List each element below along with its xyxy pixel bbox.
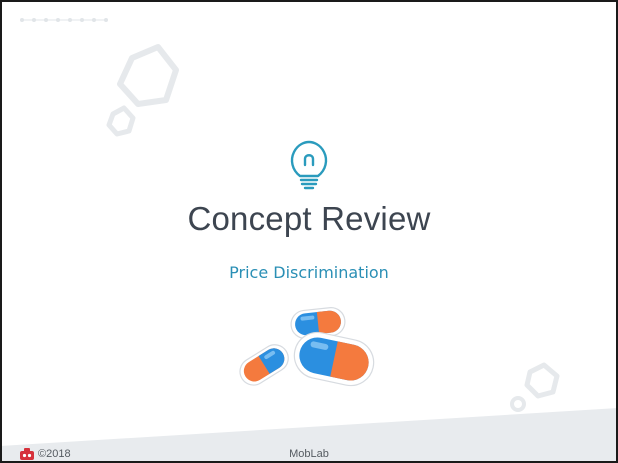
circle-decoration xyxy=(510,396,526,412)
slide-footer: ©2018 MobLab xyxy=(0,440,618,463)
pills-illustration xyxy=(239,307,375,387)
slide-subtitle: Price Discrimination xyxy=(229,263,389,282)
hexagon-decoration-bottom xyxy=(524,362,560,399)
hexagon-decoration-small xyxy=(106,105,136,137)
slide: Concept Review Price Discrimination ©201… xyxy=(0,0,618,463)
brand-text: MobLab xyxy=(289,448,329,460)
lightbulb-icon xyxy=(290,140,328,190)
hexagon-decoration-large xyxy=(117,44,179,107)
slide-title: Concept Review xyxy=(187,200,431,237)
dot-row-decoration xyxy=(20,18,108,22)
